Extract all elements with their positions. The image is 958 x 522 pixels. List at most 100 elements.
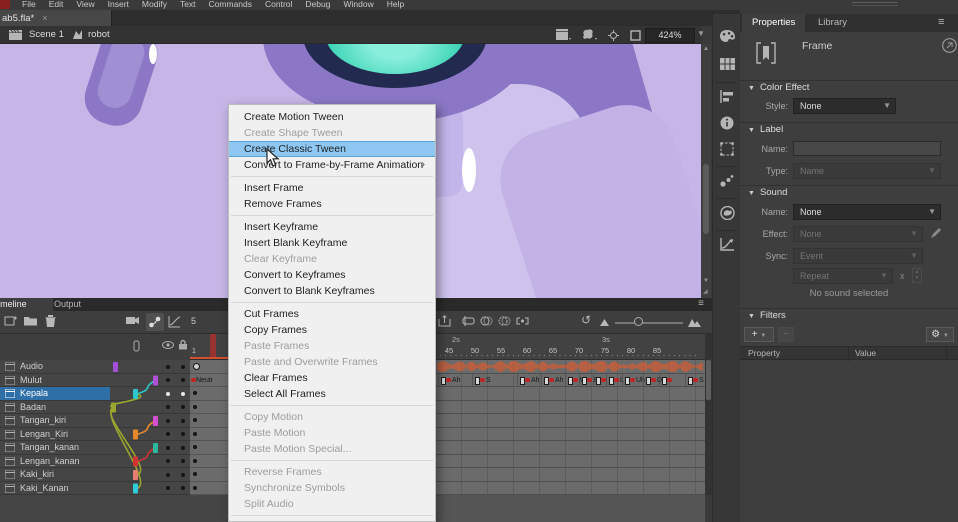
frame-row-tangan-kanan[interactable] bbox=[436, 441, 705, 455]
menu-item-clear-frames[interactable]: Clear Frames bbox=[229, 370, 435, 386]
frame-cell[interactable] bbox=[190, 360, 228, 374]
menu-item-insert-blank-keyframe[interactable]: Insert Blank Keyframe bbox=[229, 235, 435, 251]
layer-toggle-cell[interactable] bbox=[162, 360, 190, 374]
frame-row-tangan-kiri[interactable] bbox=[436, 414, 705, 428]
reset-zoom-icon[interactable]: ↺ bbox=[581, 313, 591, 327]
menu-item-insert-keyframe[interactable]: Insert Keyframe bbox=[229, 219, 435, 235]
menu-insert[interactable]: Insert bbox=[108, 0, 129, 9]
motion-editor-icon[interactable] bbox=[720, 238, 734, 251]
color-panel-icon[interactable] bbox=[720, 30, 735, 44]
menu-edit[interactable]: Edit bbox=[49, 0, 64, 9]
section-color-effect[interactable]: ▼Color Effect bbox=[748, 82, 809, 93]
info-panel-icon[interactable] bbox=[720, 116, 734, 130]
lock-dot-icon[interactable] bbox=[181, 486, 185, 490]
menu-window[interactable]: Window bbox=[343, 0, 373, 9]
delete-layer-icon[interactable] bbox=[45, 315, 59, 329]
layer-parent-color-bar[interactable] bbox=[153, 443, 158, 453]
frame-row-kaki-kanan[interactable] bbox=[436, 482, 705, 496]
zoom-in-frames-icon[interactable] bbox=[688, 317, 702, 331]
tab-output[interactable]: Output bbox=[46, 298, 89, 311]
tab-properties[interactable]: Properties bbox=[742, 14, 805, 32]
align-panel-icon[interactable] bbox=[720, 90, 734, 103]
breadcrumb-scene[interactable]: Scene 1 bbox=[29, 26, 64, 44]
layer-row-kepala[interactable]: Kepala bbox=[0, 387, 110, 401]
layer-parent-color-bar[interactable] bbox=[153, 416, 158, 426]
timeline-scrollbar-thumb[interactable] bbox=[706, 360, 711, 400]
frame-row-mulut[interactable]: AhSAhAhMELUhDS bbox=[436, 374, 705, 388]
lock-column-icon[interactable] bbox=[178, 339, 188, 350]
frame-cell[interactable] bbox=[190, 414, 228, 428]
layer-toggle-cell[interactable] bbox=[162, 428, 190, 442]
menu-item-copy-frames[interactable]: Copy Frames bbox=[229, 322, 435, 338]
menu-item-create-classic-tween[interactable]: Create Classic Tween bbox=[229, 141, 435, 157]
layer-toggle-cell[interactable] bbox=[162, 414, 190, 428]
visibility-dot-icon[interactable] bbox=[166, 378, 170, 382]
timeline-vertical-scrollbar[interactable] bbox=[705, 334, 712, 495]
layer-parent-color-bar[interactable] bbox=[113, 362, 118, 372]
menu-item-convert-to-keyframes[interactable]: Convert to Keyframes bbox=[229, 267, 435, 283]
layer-parent-color-bar[interactable] bbox=[153, 376, 158, 386]
onion-skin-icon[interactable] bbox=[480, 315, 494, 329]
layer-parent-color-bar[interactable] bbox=[133, 484, 138, 494]
frame-row-badan[interactable] bbox=[436, 401, 705, 415]
edit-multiple-frames-icon[interactable] bbox=[516, 315, 530, 329]
resize-corner-icon[interactable]: ◢ bbox=[703, 288, 708, 295]
layer-toggle-cell[interactable] bbox=[162, 482, 190, 496]
layer-parent-color-bar[interactable] bbox=[133, 457, 138, 467]
scroll-down-icon[interactable]: ▼ bbox=[703, 278, 709, 284]
layer-row-mulut[interactable]: Mulut bbox=[0, 374, 110, 388]
menu-debug[interactable]: Debug bbox=[305, 0, 330, 9]
clip-content-icon[interactable] bbox=[630, 30, 641, 41]
sound-name-dropdown[interactable]: None▼ bbox=[793, 204, 941, 220]
onion-skin-outline-icon[interactable] bbox=[498, 315, 512, 329]
frame-cell[interactable] bbox=[190, 428, 228, 442]
layer-row-tangan-kiri[interactable]: Tangan_kiri bbox=[0, 414, 110, 428]
lock-dot-icon[interactable] bbox=[181, 392, 185, 396]
frame-row-lengan-kanan[interactable] bbox=[436, 455, 705, 469]
visibility-dot-icon[interactable] bbox=[166, 419, 170, 423]
menu-text[interactable]: Text bbox=[180, 0, 196, 9]
layer-row-audio[interactable]: Audio bbox=[0, 360, 110, 374]
lock-dot-icon[interactable] bbox=[181, 405, 185, 409]
lock-dot-icon[interactable] bbox=[181, 473, 185, 477]
menu-item-select-all-frames[interactable]: Select All Frames bbox=[229, 386, 435, 402]
swatches-panel-icon[interactable] bbox=[720, 58, 735, 70]
stage-vertical-scrollbar[interactable]: ▲ ▼ ◢ bbox=[701, 44, 711, 298]
visibility-dot-icon[interactable] bbox=[166, 473, 170, 477]
layer-toggle-cell[interactable] bbox=[162, 455, 190, 469]
layer-toggle-cell[interactable] bbox=[162, 401, 190, 415]
frame-cell[interactable]: Neutr bbox=[190, 374, 228, 388]
lock-dot-icon[interactable] bbox=[181, 446, 185, 450]
style-dropdown[interactable]: None▼ bbox=[793, 98, 896, 114]
menu-help[interactable]: Help bbox=[387, 0, 404, 9]
zoom-level-input[interactable]: 424% bbox=[645, 28, 695, 43]
layer-parent-color-bar[interactable] bbox=[133, 470, 138, 480]
layer-parent-color-bar[interactable] bbox=[111, 403, 116, 413]
cc-libraries-icon[interactable] bbox=[720, 206, 735, 220]
visibility-dot-icon[interactable] bbox=[166, 392, 170, 396]
visibility-dot-icon[interactable] bbox=[166, 446, 170, 450]
section-filters[interactable]: ▼Filters bbox=[748, 310, 786, 321]
lock-dot-icon[interactable] bbox=[181, 419, 185, 423]
menu-item-insert-frame[interactable]: Insert Frame bbox=[229, 180, 435, 196]
frames-area-right[interactable]: AhSAhAhMELUhDS bbox=[436, 360, 705, 495]
tab-library[interactable]: Library bbox=[808, 14, 857, 32]
layer-toggle-cell[interactable] bbox=[162, 387, 190, 401]
graph-editor-icon[interactable] bbox=[168, 315, 182, 329]
panel-menu-icon[interactable]: ≡ bbox=[938, 16, 944, 28]
frames-area-left[interactable]: Neutr bbox=[190, 360, 228, 495]
menu-item-convert-to-blank-keyframes[interactable]: Convert to Blank Keyframes bbox=[229, 283, 435, 299]
lock-dot-icon[interactable] bbox=[181, 378, 185, 382]
frame-zoom-slider-track[interactable] bbox=[615, 322, 683, 324]
frame-row-kaki-kiri[interactable] bbox=[436, 468, 705, 482]
document-tab[interactable]: ab5.fla*× bbox=[0, 10, 112, 26]
edit-symbols-icon[interactable] bbox=[582, 29, 597, 40]
scrollbar-thumb[interactable] bbox=[703, 164, 709, 234]
frame-row-audio[interactable] bbox=[436, 360, 705, 374]
playhead[interactable] bbox=[210, 334, 216, 358]
layer-parent-color-bar[interactable] bbox=[133, 389, 138, 399]
collapse-triangle-icon[interactable]: ▼ bbox=[748, 85, 755, 92]
layer-row-kaki-kiri[interactable]: Kaki_kiri bbox=[0, 468, 110, 482]
new-folder-icon[interactable] bbox=[24, 315, 38, 329]
show-parenting-view-icon[interactable] bbox=[146, 313, 164, 331]
